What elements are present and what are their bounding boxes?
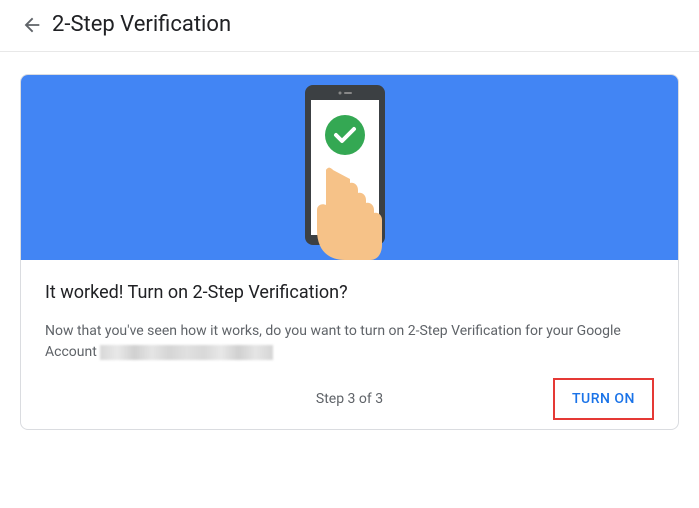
success-heading: It worked! Turn on 2-Step Verification? [45,282,654,303]
back-arrow-icon[interactable] [20,13,44,37]
card-footer: Step 3 of 3 TURN ON [21,381,678,429]
turn-on-button[interactable]: TURN ON [558,383,649,415]
redacted-email [100,345,273,360]
turn-on-highlight: TURN ON [553,378,654,420]
card-content: It worked! Turn on 2-Step Verification? … [21,260,678,381]
page-header: 2-Step Verification [0,0,699,52]
success-illustration [21,75,678,260]
step-indicator: Step 3 of 3 [316,391,383,407]
verification-card: It worked! Turn on 2-Step Verification? … [20,74,679,430]
page-title: 2-Step Verification [52,12,231,37]
success-body-text: Now that you've seen how it works, do yo… [45,321,654,363]
